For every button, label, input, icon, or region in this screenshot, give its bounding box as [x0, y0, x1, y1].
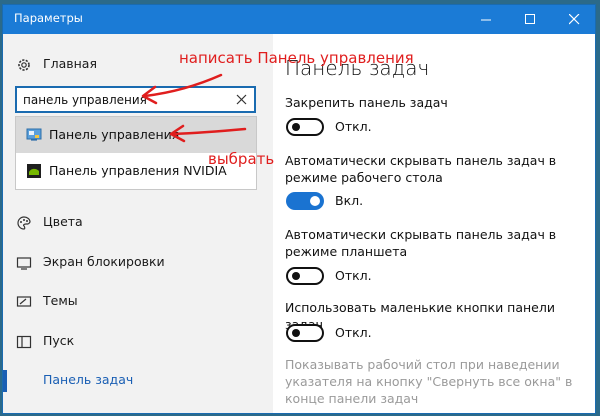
arrow-to-result	[171, 127, 247, 136]
settings-window: Параметры Главная Цвета Экран блокировки…	[2, 4, 596, 414]
annotation-arrows	[141, 73, 247, 143]
arrow-to-search	[143, 73, 223, 98]
